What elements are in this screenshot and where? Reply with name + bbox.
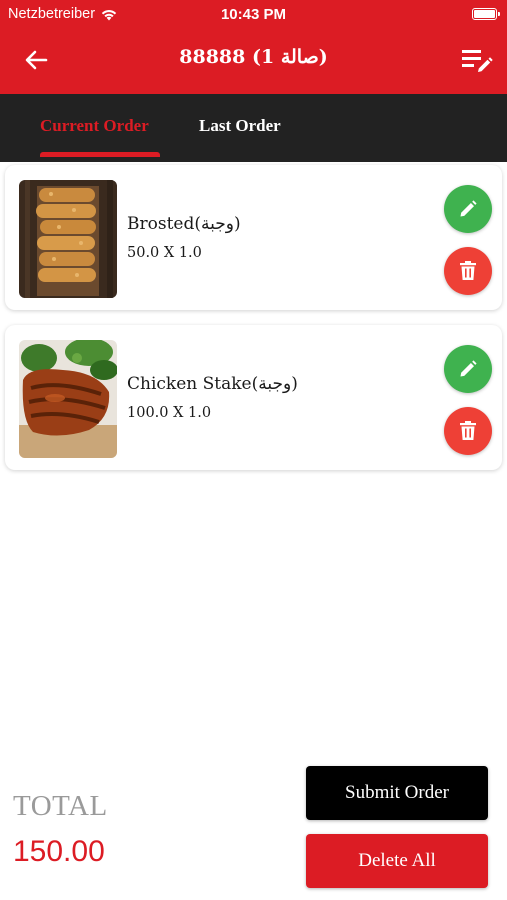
item-price-qty: 100.0 X 1.0 <box>127 405 212 421</box>
total-value: 150.00 <box>13 835 105 868</box>
trash-icon <box>460 261 476 280</box>
status-bar: Netzbetreiber 10:43 PM <box>0 0 507 28</box>
tab-last-order[interactable]: Last Order <box>199 116 281 136</box>
status-time: 10:43 PM <box>220 6 287 23</box>
order-tabs: Current Order Last Order <box>0 94 507 162</box>
edit-list-button[interactable] <box>461 46 493 74</box>
item-name: Brosted(وجبة) <box>127 214 241 234</box>
pencil-icon <box>460 200 477 217</box>
trash-icon <box>460 421 476 440</box>
active-tab-indicator <box>40 152 160 157</box>
delete-item-button[interactable] <box>444 407 492 455</box>
delete-item-button[interactable] <box>444 247 492 295</box>
item-price-qty: 50.0 X 1.0 <box>127 245 202 261</box>
item-image-brosted <box>19 180 117 298</box>
item-image-chicken-stake <box>19 340 117 458</box>
total-label: TOTAL <box>13 790 108 822</box>
battery-icon <box>472 8 500 20</box>
item-name: Chicken Stake(وجبة) <box>127 374 298 394</box>
nav-bar: 88888 (صالة 1) <box>0 36 507 82</box>
order-item-card: Brosted(وجبة) 50.0 X 1.0 <box>5 165 502 310</box>
submit-order-button[interactable]: Submit Order <box>306 766 488 820</box>
delete-all-button[interactable]: Delete All <box>306 834 488 888</box>
page-title: 88888 (صالة 1) <box>179 46 328 68</box>
app-header: Netzbetreiber 10:43 PM 88888 (صالة 1) <box>0 0 507 94</box>
edit-item-button[interactable] <box>444 345 492 393</box>
edit-list-icon <box>462 50 493 72</box>
edit-item-button[interactable] <box>444 185 492 233</box>
order-item-card: Chicken Stake(وجبة) 100.0 X 1.0 <box>5 325 502 470</box>
tab-current-order[interactable]: Current Order <box>40 116 149 136</box>
pencil-icon <box>460 360 477 377</box>
